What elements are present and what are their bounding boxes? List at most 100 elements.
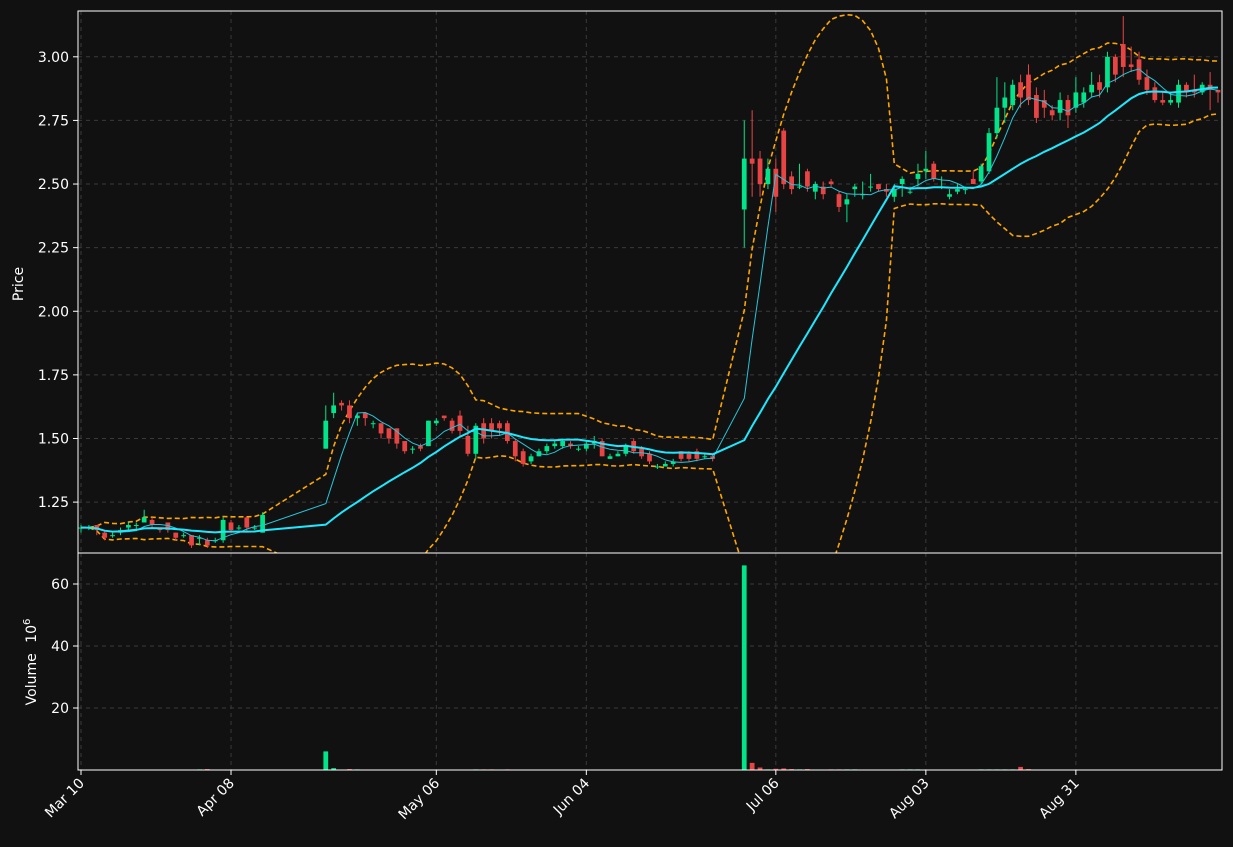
candle-body <box>133 525 139 527</box>
candle-body <box>560 441 566 447</box>
stock-chart: 1.251.501.752.002.252.502.753.00 204060 … <box>0 0 1233 842</box>
candle-body <box>655 466 660 468</box>
volume-y-label-text: Volume <box>24 653 40 705</box>
price-tick-label: 2.75 <box>38 113 69 129</box>
candle-body <box>323 420 329 449</box>
candle-body <box>228 522 234 531</box>
candle-body <box>528 456 534 462</box>
candle-body <box>362 413 368 419</box>
candle-body <box>1089 84 1095 93</box>
candle-body <box>844 199 850 205</box>
candle-body <box>457 415 463 431</box>
candle-body <box>947 194 952 197</box>
candle-body <box>876 184 881 190</box>
candle-body <box>1081 92 1087 103</box>
candle-body <box>449 420 455 431</box>
candle-body <box>441 415 447 419</box>
candle-body <box>1144 77 1150 90</box>
candle-body <box>741 158 747 210</box>
candle-body <box>1065 100 1071 116</box>
candle-body <box>907 191 913 193</box>
candle-body <box>126 525 131 528</box>
candle-body <box>805 171 810 187</box>
candle-body <box>686 453 692 459</box>
candle-body <box>994 107 1000 134</box>
candle-body <box>623 446 629 454</box>
candle-body <box>173 532 179 538</box>
candle-body <box>576 448 581 450</box>
candle-body <box>1010 84 1016 106</box>
candle-body <box>181 535 187 537</box>
candle-body <box>955 189 960 192</box>
candle-body <box>110 535 115 537</box>
volume-bar <box>749 762 755 770</box>
candle-body <box>520 451 526 464</box>
candle-body <box>331 405 337 414</box>
price-tick-label: 2.50 <box>38 177 69 193</box>
candle-body <box>1049 110 1055 116</box>
chart-stage: 1.25 1.50 1.75 2.00 2.25 2.50 2.75 3.00 20 40 60 … <box>0 0 1233 842</box>
candle-body <box>512 441 518 457</box>
volume-y-label-power: 6 <box>22 619 33 625</box>
candle-body <box>781 130 787 185</box>
candle-body <box>797 186 802 188</box>
price-tick-label: 2.00 <box>38 304 69 320</box>
candle-body <box>244 517 250 528</box>
candle-body <box>1002 97 1008 108</box>
candle-body <box>386 428 392 439</box>
price-tick-label: 1.25 <box>38 495 69 511</box>
candle-body <box>986 133 992 172</box>
candle-body <box>402 441 408 452</box>
volume-y-label-base: 10 <box>24 625 40 643</box>
candle-body <box>662 463 668 467</box>
candle-body <box>962 189 968 191</box>
candle-body <box>978 166 984 182</box>
candle-body <box>1152 87 1158 101</box>
candle-body <box>1057 100 1063 113</box>
candle-body <box>765 168 771 185</box>
candle-body <box>615 453 621 457</box>
candle-body <box>1168 100 1173 103</box>
candle-body <box>497 423 502 429</box>
candle-body <box>204 540 210 546</box>
candle-body <box>828 181 834 185</box>
candle-body <box>1018 82 1023 98</box>
candle-body <box>236 527 242 529</box>
candle-body <box>370 423 376 425</box>
candle-body <box>702 456 708 458</box>
candle-body <box>1112 56 1118 75</box>
price-tick-label: 3.00 <box>38 50 69 66</box>
price-tick-label: 1.50 <box>38 431 69 447</box>
volume-bar <box>741 565 747 770</box>
candle-body <box>1120 44 1126 67</box>
candle-body <box>552 443 558 447</box>
candle-body <box>931 163 937 179</box>
candle-body <box>607 456 613 459</box>
candle-body <box>852 186 858 190</box>
candle-body <box>189 535 194 546</box>
candle-body <box>378 423 384 434</box>
candle-body <box>915 173 921 179</box>
candle-body <box>789 176 794 190</box>
candle-body <box>544 446 550 452</box>
volume-y-label: Volume 106 <box>22 619 40 706</box>
candle-body <box>1097 82 1102 90</box>
candle-body <box>465 435 471 454</box>
candle-body <box>339 402 344 406</box>
candle-body <box>1128 64 1134 67</box>
candle-body <box>899 178 905 185</box>
candle-body <box>970 178 976 185</box>
candle-body <box>1160 100 1166 103</box>
candle-body <box>1176 84 1181 103</box>
candle-body <box>410 448 415 450</box>
volume-tick-label: 40 <box>51 639 69 655</box>
volume-tick-label: 60 <box>51 577 69 593</box>
candle-body <box>647 453 652 462</box>
candle-body <box>1034 94 1039 118</box>
candle-body <box>812 184 818 192</box>
candle-body <box>433 420 439 424</box>
candle-body <box>836 194 842 207</box>
price-y-label: Price <box>11 267 27 301</box>
candle-body <box>252 527 258 529</box>
candle-body <box>749 158 755 164</box>
